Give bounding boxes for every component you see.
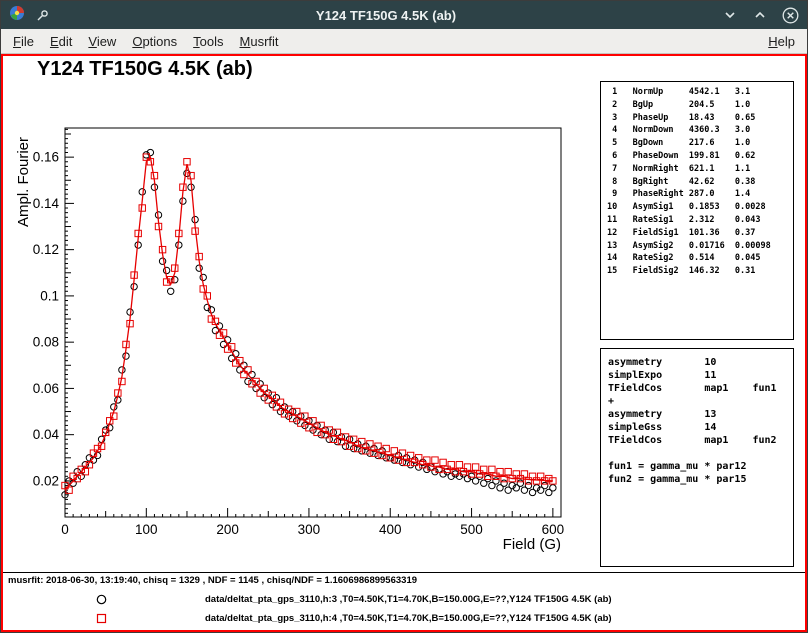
- window-title: Y124 TF150G 4.5K (ab): [51, 8, 721, 23]
- param-row: 6 PhaseDown 199.81 0.62: [607, 150, 793, 163]
- fit-line: [65, 157, 553, 490]
- app-window: Y124 TF150G 4.5K (ab) FileEd: [0, 0, 808, 633]
- theory-line: asymmetry 10: [608, 356, 793, 369]
- menu-musrfit[interactable]: Musrfit: [232, 32, 287, 51]
- y-tick-label: 0.1: [40, 288, 59, 303]
- x-tick-label: 300: [298, 522, 321, 537]
- x-axis: 0 100 200 300 400 500 600: [61, 508, 564, 537]
- param-row: 5 BgDown 217.6 1.0: [607, 137, 793, 150]
- legend: data/deltat_pta_gps_3110,h:3 ,T0=4.50K,T…: [3, 590, 805, 628]
- theory-line: simplExpo 11: [608, 369, 793, 382]
- series-circles: [62, 149, 556, 498]
- theory-line: simpleGss 14: [608, 421, 793, 434]
- param-row: 8 BgRight 42.62 0.38: [607, 176, 793, 189]
- y-axis: 0.02 0.04 0.06 0.08 0.1 0.12 0.14 0.16: [33, 129, 74, 513]
- param-row: 7 NormRight 621.1 1.1: [607, 163, 793, 176]
- menu-edit[interactable]: Edit: [42, 32, 80, 51]
- legend-row: data/deltat_pta_gps_3110,h:4 ,T0=4.50K,T…: [3, 609, 805, 628]
- titlebar[interactable]: Y124 TF150G 4.5K (ab): [1, 1, 807, 29]
- param-row: 3 PhaseUp 18.43 0.65: [607, 112, 793, 125]
- y-axis-title: Ampl. Fourier: [15, 137, 32, 227]
- param-row: 14 RateSig2 0.514 0.045: [607, 252, 793, 265]
- theory-line: TFieldCos map1 fun2: [608, 434, 793, 447]
- root-canvas[interactable]: Y124 TF150G 4.5K (ab) 010020030040050060…: [1, 54, 807, 632]
- y-tick-label: 0.16: [33, 150, 59, 165]
- maximize-button[interactable]: [751, 6, 769, 24]
- x-tick-label: 600: [542, 522, 565, 537]
- param-row: 9 PhaseRight 287.0 1.4: [607, 188, 793, 201]
- theory-box: asymmetry 10simplExpo 11TFieldCos map1 f…: [600, 348, 794, 567]
- param-row: 1 NormUp 4542.1 3.1: [607, 86, 793, 99]
- x-tick-label: 400: [379, 522, 402, 537]
- minimize-button[interactable]: [721, 6, 739, 24]
- y-tick-label: 0.02: [33, 473, 59, 488]
- menubar: FileEditViewOptionsToolsMusrfit Help: [1, 29, 807, 54]
- y-tick-label: 0.04: [33, 427, 60, 442]
- legend-square-marker-icon: [95, 612, 108, 630]
- series-squares: [62, 154, 556, 493]
- x-axis-title: Field (G): [503, 536, 561, 553]
- pin-icon[interactable]: [33, 6, 51, 24]
- x-tick-label: 0: [61, 522, 69, 537]
- theory-line: fun2 = gamma_mu * par15: [608, 473, 793, 486]
- menu-file[interactable]: File: [5, 32, 42, 51]
- theory-line: asymmetry 13: [608, 408, 793, 421]
- x-tick-label: 500: [460, 522, 483, 537]
- menu-right: Help: [760, 32, 803, 51]
- menu-help[interactable]: Help: [760, 32, 803, 51]
- plot-frame: [65, 128, 561, 517]
- fit-stats-line: musrfit: 2018-06-30, 13:19:40, chisq = 1…: [8, 575, 417, 586]
- close-button[interactable]: [781, 6, 799, 24]
- param-row: 13 AsymSig2 0.01716 0.00098: [607, 240, 793, 253]
- theory-line: TFieldCos map1 fun1: [608, 382, 793, 395]
- param-row: 4 NormDown 4360.3 3.0: [607, 124, 793, 137]
- param-row: 15 FieldSig2 146.32 0.31: [607, 265, 793, 278]
- theory-line: +: [608, 395, 793, 408]
- param-row: 11 RateSig1 2.312 0.043: [607, 214, 793, 227]
- y-tick-label: 0.06: [33, 381, 59, 396]
- y-tick-label: 0.14: [33, 196, 60, 211]
- legend-label: data/deltat_pta_gps_3110,h:4 ,T0=4.50K,T…: [205, 613, 612, 624]
- menu-options[interactable]: Options: [124, 32, 185, 51]
- menu-left: FileEditViewOptionsToolsMusrfit: [5, 32, 287, 51]
- info-pad-divider: [3, 572, 805, 573]
- theory-line: [608, 447, 793, 460]
- x-tick-label: 200: [216, 522, 239, 537]
- legend-row: data/deltat_pta_gps_3110,h:3 ,T0=4.50K,T…: [3, 590, 805, 609]
- fit-parameter-box: 1 NormUp 4542.1 3.1 2 BgUp 204.5 1.0 3 P…: [600, 81, 794, 340]
- menu-view[interactable]: View: [80, 32, 124, 51]
- y-tick-label: 0.08: [33, 335, 59, 350]
- menu-tools[interactable]: Tools: [185, 32, 231, 51]
- theory-line: fun1 = gamma_mu * par12: [608, 460, 793, 473]
- param-row: 2 BgUp 204.5 1.0: [607, 99, 793, 112]
- app-icon: [9, 5, 25, 26]
- y-tick-label: 0.12: [33, 242, 59, 257]
- param-row: 12 FieldSig1 101.36 0.37: [607, 227, 793, 240]
- x-tick-label: 100: [135, 522, 158, 537]
- param-row: 10 AsymSig1 0.1853 0.0028: [607, 201, 793, 214]
- legend-label: data/deltat_pta_gps_3110,h:3 ,T0=4.50K,T…: [205, 594, 612, 605]
